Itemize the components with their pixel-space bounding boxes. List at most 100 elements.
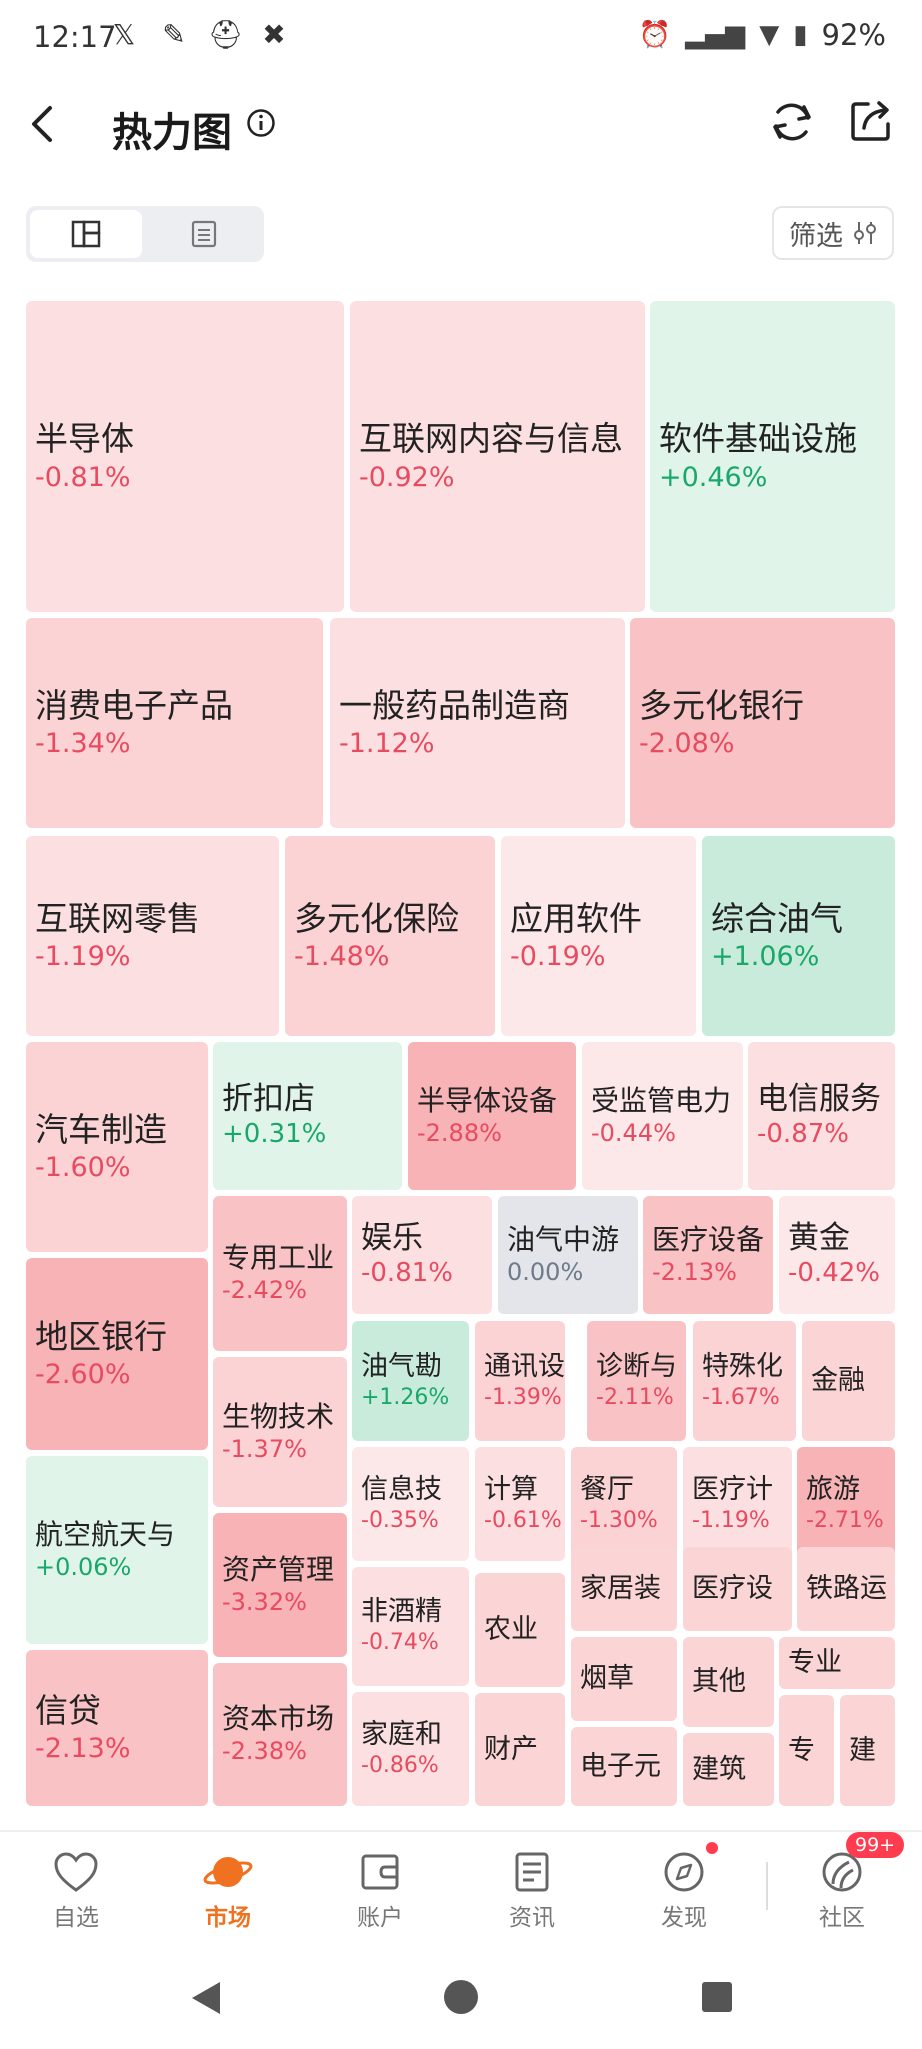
sector-tile[interactable]: 黄金 -0.42% bbox=[779, 1196, 895, 1314]
system-home-icon[interactable] bbox=[442, 1978, 480, 2016]
sector-tile[interactable]: 互联网零售 -1.19% bbox=[26, 836, 279, 1036]
system-recents-icon[interactable] bbox=[700, 1980, 734, 2014]
refresh-icon[interactable] bbox=[768, 98, 816, 146]
sector-tile[interactable]: 专 bbox=[779, 1695, 834, 1806]
sector-tile[interactable]: 计算 -0.61% bbox=[475, 1447, 565, 1561]
sector-tile[interactable]: 财产 bbox=[475, 1693, 565, 1806]
sector-tile[interactable]: 医疗设备 -2.13% bbox=[643, 1196, 773, 1314]
sector-tile[interactable]: 医疗设 bbox=[683, 1547, 792, 1631]
sector-change: -0.61% bbox=[484, 1507, 562, 1533]
sector-name: 油气勘 bbox=[361, 1350, 442, 1382]
sector-tile[interactable]: 医疗计 -1.19% bbox=[683, 1447, 792, 1561]
tab-discover[interactable]: 发现 bbox=[624, 1850, 744, 1940]
sector-tile[interactable]: 资本市场 -2.38% bbox=[213, 1663, 347, 1806]
sector-change: -0.42% bbox=[788, 1258, 880, 1289]
sector-tile[interactable]: 互联网内容与信息 -0.92% bbox=[350, 301, 645, 612]
sector-tile[interactable]: 娱乐 -0.81% bbox=[352, 1196, 492, 1314]
signal-icon: ▂▄▆ bbox=[685, 20, 746, 50]
sector-change: -1.37% bbox=[222, 1434, 307, 1463]
tab-community[interactable]: 社区 bbox=[782, 1850, 902, 1940]
sector-change: -1.39% bbox=[484, 1384, 562, 1410]
sector-tile[interactable]: 家庭和 -0.86% bbox=[352, 1692, 469, 1806]
sector-tile[interactable]: 家居装 bbox=[571, 1547, 677, 1631]
back-arrow-icon[interactable] bbox=[22, 102, 66, 146]
sector-change: -2.13% bbox=[35, 1733, 131, 1765]
tab-news[interactable]: 资讯 bbox=[472, 1850, 592, 1940]
sector-tile[interactable]: 生物技术 -1.37% bbox=[213, 1357, 347, 1507]
sector-tile[interactable]: 油气中游 0.00% bbox=[498, 1196, 638, 1314]
sector-tile[interactable]: 旅游 -2.71% bbox=[797, 1447, 895, 1561]
sector-tile[interactable]: 航空航天与 +0.06% bbox=[26, 1456, 208, 1644]
sector-name: 家居装 bbox=[580, 1573, 661, 1605]
sector-change: -0.19% bbox=[510, 941, 606, 973]
sector-change: -1.19% bbox=[35, 941, 131, 973]
tab-account[interactable]: 账户 bbox=[320, 1850, 440, 1940]
sector-tile[interactable]: 半导体 -0.81% bbox=[26, 301, 344, 612]
sector-name: 医疗设 bbox=[692, 1573, 773, 1605]
sector-tile[interactable]: 资产管理 -3.32% bbox=[213, 1513, 347, 1657]
sector-name: 医疗计 bbox=[692, 1473, 773, 1505]
sector-tile[interactable]: 折扣店 +0.31% bbox=[213, 1042, 402, 1190]
sector-name: 农业 bbox=[484, 1614, 538, 1646]
sector-tile[interactable]: 消费电子产品 -1.34% bbox=[26, 618, 323, 828]
tab-label: 账户 bbox=[357, 1905, 403, 1931]
sector-tile[interactable]: 软件基础设施 +0.46% bbox=[650, 301, 895, 612]
sector-change: -0.87% bbox=[757, 1119, 849, 1150]
sector-tile[interactable]: 其他 bbox=[683, 1637, 774, 1727]
sector-tile[interactable]: 金融 bbox=[802, 1321, 895, 1441]
sector-tile[interactable]: 油气勘 +1.26% bbox=[352, 1321, 469, 1441]
sector-change: -1.67% bbox=[702, 1384, 780, 1410]
filter-button[interactable]: 筛选 bbox=[772, 206, 894, 260]
sector-change: -0.86% bbox=[361, 1752, 439, 1778]
sector-name: 金融 bbox=[811, 1365, 865, 1397]
status-bar: 12:17 𝕏 ✎ ⛑ ✖ ⏰ ▂▄▆ ▼ ▮ 92% bbox=[0, 0, 922, 80]
sector-tile[interactable]: 建筑 bbox=[683, 1733, 774, 1806]
sector-tile[interactable]: 专用工业 -2.42% bbox=[213, 1196, 347, 1351]
sector-tile[interactable]: 一般药品制造商 -1.12% bbox=[330, 618, 625, 828]
sector-tile[interactable]: 非酒精 -0.74% bbox=[352, 1567, 469, 1686]
sector-tile[interactable]: 应用软件 -0.19% bbox=[501, 836, 696, 1036]
system-back-icon[interactable] bbox=[188, 1978, 224, 2018]
sector-tile[interactable]: 地区银行 -2.60% bbox=[26, 1258, 208, 1450]
view-switch bbox=[26, 206, 264, 262]
grid-app-icon: ✖ bbox=[262, 18, 286, 51]
sector-tile[interactable]: 电信服务 -0.87% bbox=[748, 1042, 895, 1190]
sector-change: -3.32% bbox=[222, 1587, 307, 1616]
battery-level: 92% bbox=[821, 18, 886, 52]
sector-name: 铁路运 bbox=[806, 1573, 887, 1605]
sector-change: +0.06% bbox=[35, 1552, 132, 1581]
sector-tile[interactable]: 信贷 -2.13% bbox=[26, 1650, 208, 1806]
info-icon[interactable] bbox=[246, 108, 276, 138]
sector-name: 互联网内容与信息 bbox=[359, 419, 623, 459]
list-view-button[interactable] bbox=[148, 210, 260, 258]
sector-change: +0.46% bbox=[659, 461, 768, 493]
sector-tile[interactable]: 半导体设备 -2.88% bbox=[408, 1042, 576, 1190]
sector-tile[interactable]: 烟草 bbox=[571, 1637, 677, 1721]
sector-tile[interactable]: 多元化保险 -1.48% bbox=[285, 836, 495, 1036]
sector-tile[interactable]: 餐厅 -1.30% bbox=[571, 1447, 677, 1561]
sector-tile[interactable]: 综合油气 +1.06% bbox=[702, 836, 895, 1036]
sector-tile[interactable]: 特殊化 -1.67% bbox=[693, 1321, 796, 1441]
sector-name: 信息技 bbox=[361, 1473, 442, 1505]
sector-tile[interactable]: 专业 bbox=[779, 1637, 895, 1689]
sector-name: 多元化保险 bbox=[294, 898, 459, 938]
share-icon[interactable] bbox=[848, 98, 894, 144]
sector-tile[interactable]: 汽车制造 -1.60% bbox=[26, 1042, 208, 1252]
tab-market[interactable]: 市场 bbox=[168, 1850, 288, 1940]
tab-label: 资讯 bbox=[509, 1905, 555, 1931]
sector-change: -1.19% bbox=[692, 1507, 770, 1533]
treemap-view-button[interactable] bbox=[30, 210, 142, 258]
sector-tile[interactable]: 受监管电力 -0.44% bbox=[582, 1042, 743, 1190]
sector-tile[interactable]: 诊断与 -2.11% bbox=[587, 1321, 686, 1441]
sector-tile[interactable]: 农业 bbox=[475, 1573, 565, 1687]
tab-watchlist[interactable]: 自选 bbox=[16, 1850, 136, 1940]
sector-tile[interactable]: 通讯设 -1.39% bbox=[475, 1321, 565, 1441]
sector-tile[interactable]: 建 bbox=[840, 1695, 895, 1806]
sector-tile[interactable]: 电子元 bbox=[571, 1727, 677, 1806]
sector-tile[interactable]: 铁路运 bbox=[797, 1547, 895, 1631]
sector-tile[interactable]: 信息技 -0.35% bbox=[352, 1447, 469, 1561]
sector-change: -0.92% bbox=[359, 461, 455, 493]
sector-tile[interactable]: 多元化银行 -2.08% bbox=[630, 618, 895, 828]
sector-change: +1.06% bbox=[711, 941, 820, 973]
filter-label: 筛选 bbox=[789, 220, 843, 252]
